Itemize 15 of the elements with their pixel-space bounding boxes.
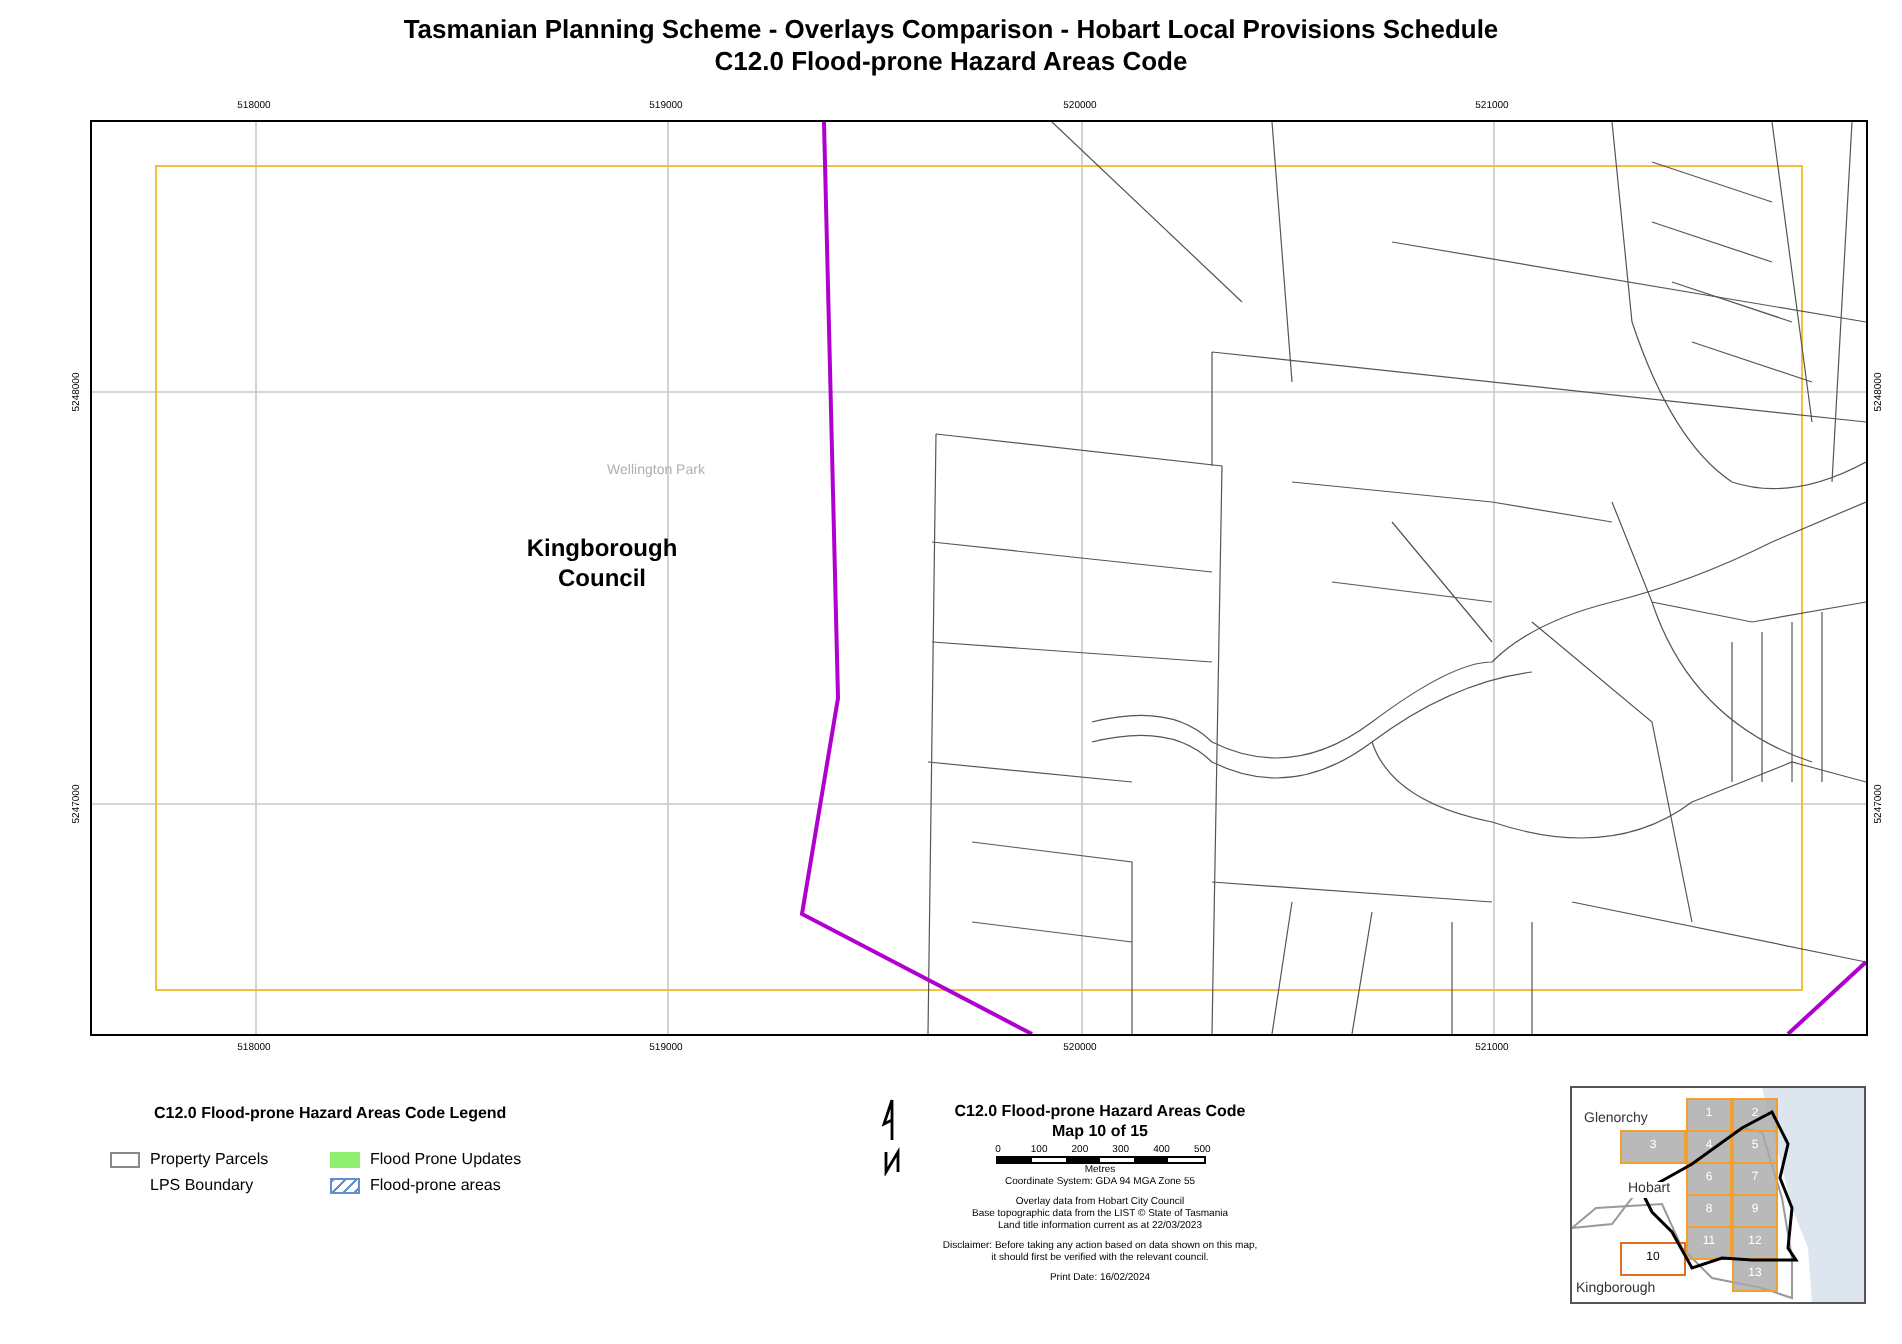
map-number: Map 10 of 15 [1051,1122,1148,1142]
hatch-swatch [330,1178,360,1194]
info-title: C12.0 Flood-prone Hazard Areas Code [954,1102,1246,1122]
legend-title: C12.0 Flood-prone Hazard Areas Code Legend [154,1102,509,1126]
legend-label: Flood Prone Updates [370,1148,522,1172]
legend-label: Flood-prone areas [370,1174,501,1198]
flood-update-swatch [330,1152,360,1168]
boundary-line [1786,960,1866,1034]
parcel-swatch [110,1152,140,1168]
map-title: Tasmanian Planning Scheme - Overlays Comparison - Hobart Local Provisions Schedule [403,14,1499,46]
council-label: Kingborough Council [524,534,680,594]
legend-label: Property Parcels [150,1148,269,1172]
north-arrow-icon [880,1096,904,1176]
legend-label: LPS Boundary [150,1174,254,1198]
map-subtitle: C12.0 Flood-prone Hazard Areas Code [714,46,1188,78]
